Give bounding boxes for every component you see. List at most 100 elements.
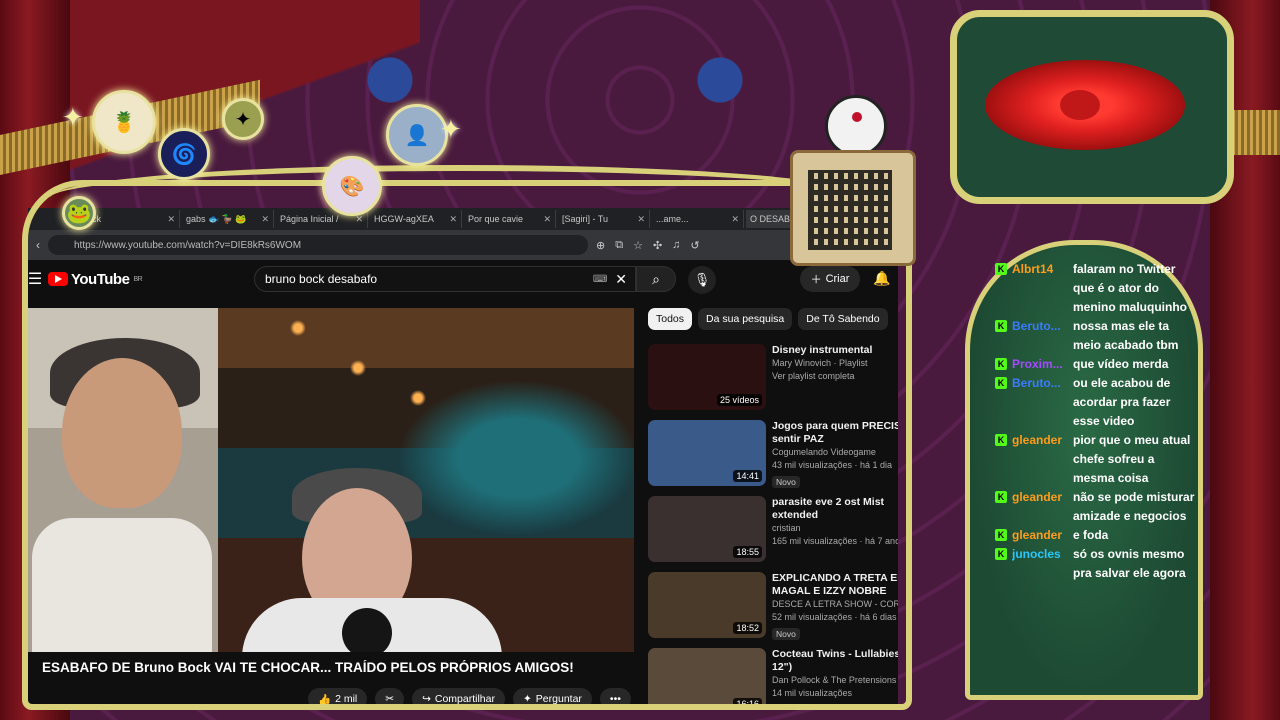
logo-text: YouTube [71, 270, 130, 288]
url-field[interactable]: https://www.youtube.com/watch?v=DIE8kRs6… [48, 235, 588, 255]
reco-title[interactable]: parasite eve 2 ost Mist [772, 496, 898, 509]
reco-title[interactable]: Jogos para quem PRECISA [772, 420, 898, 433]
likes-count: 2 mil [335, 693, 358, 705]
chat-message: K Proxim... que vídeo merda [995, 355, 1195, 374]
ask-button[interactable]: ✦ Perguntar [512, 688, 592, 708]
qr-code[interactable] [808, 170, 892, 250]
reco-title[interactable]: Cocteau Twins - Lullabies (F [772, 648, 898, 661]
reco-channel[interactable]: Cogumelando Videogame [772, 446, 898, 459]
reco-title-line2[interactable]: MAGAL E IZZY NOBRE [772, 585, 898, 598]
chat-username[interactable]: gleander [1012, 431, 1068, 488]
reco-info: 43 mil visualizações · há 1 dia [772, 460, 893, 470]
chat-username[interactable]: Albrt14 [1012, 260, 1068, 317]
back-icon[interactable]: ‹ [36, 238, 40, 252]
new-badge: Novo [772, 476, 800, 488]
create-button[interactable]: ＋ Criar [800, 266, 860, 292]
video-duration: 14:41 [733, 470, 762, 482]
new-badge: Novo [772, 628, 800, 640]
kick-badge-icon: K [995, 491, 1007, 503]
share-page-icon[interactable]: ⧉ [615, 239, 623, 252]
browser-window: ck ✕ gabs 🐟 🦆 🐸 ✕ Página Inicial / ✕ HGGW-a… [28, 208, 898, 708]
reco-title-line2[interactable]: 12") [772, 661, 898, 674]
chat-message: K gleander e foda [995, 526, 1195, 545]
chat-text: falaram no Twitter que é o ator do menin… [1073, 262, 1187, 314]
jester-eye [852, 112, 862, 122]
sparkle-icon: ✦ [440, 114, 462, 144]
chip-from-search[interactable]: Da sua pesquisa [698, 308, 793, 330]
chat-message: K gleander pior que o meu atual chefe so… [995, 431, 1195, 488]
clip-button[interactable]: ✂ [375, 688, 405, 708]
region-code: BR [133, 275, 143, 283]
reco-channel[interactable]: Mary Winovich · Playlist [772, 357, 872, 370]
chat-username[interactable]: junocles [1012, 545, 1068, 583]
chat-text: pior que o meu atual chefe sofreu a mesm… [1073, 433, 1191, 485]
address-bar: ‹ https://www.youtube.com/watch?v=DIE8kR… [28, 230, 898, 260]
reco-title-line2[interactable]: sentir PAZ [772, 433, 898, 446]
sparkle-icon: ✦ [62, 102, 84, 132]
chip-all[interactable]: Todos [648, 308, 693, 330]
reco-channel[interactable]: DESCE A LETRA SHOW - CORTES [772, 598, 898, 611]
chip-channel[interactable]: De Tô Sabendo [798, 308, 888, 330]
microphone-icon: 🎙 [693, 272, 711, 287]
recommendation-item[interactable]: 14:41 Jogos para quem PRECISA sentir PAZ… [648, 420, 898, 496]
sparkle-icon: ✦ [522, 693, 532, 705]
media-icon[interactable]: ♫ [672, 239, 680, 252]
voice-search-button[interactable]: 🎙 [688, 266, 716, 294]
chat-username[interactable]: gleander [1012, 488, 1068, 526]
reco-title[interactable]: EXPLICANDO A TRETA ENTRE [772, 572, 898, 585]
youtube-play-icon [48, 272, 68, 286]
search-value: bruno bock desabafo [265, 272, 378, 286]
search-icon: ⌕ [652, 270, 660, 287]
recommendation-item[interactable]: 16:16 Cocteau Twins - Lullabies (F 12") … [648, 648, 898, 708]
video-thumbnail[interactable]: 14:41 [648, 420, 766, 486]
more-actions-button[interactable]: ••• [599, 688, 631, 708]
hamburger-menu-icon[interactable]: ☰ [28, 269, 48, 289]
kick-badge-icon: K [995, 263, 1007, 275]
avatar-anime: 👤 [386, 104, 448, 166]
reco-title[interactable]: Disney instrumental [772, 344, 872, 357]
chat-message: K Beruto... ou ele acabou de acordar pra… [995, 374, 1195, 431]
bookmark-star-icon[interactable]: ☆ [633, 239, 643, 252]
extensions-icon[interactable]: ✣ [653, 239, 662, 252]
chat-text: só os ovnis mesmo pra salvar ele agora [1073, 547, 1186, 580]
avatar-spiral: 🌀 [158, 128, 210, 180]
translate-icon[interactable]: ⊕ [596, 239, 605, 252]
chat-message: K gleander não se pode misturar amizade … [995, 488, 1195, 526]
youtube-logo[interactable]: YouTube BR [48, 270, 143, 288]
reco-channel[interactable]: Dan Pollock & The Pretensions M [772, 674, 898, 687]
video-actions: 👍 2 mil ✂ ↪ Compartilhar ✦ Perguntar ••• [308, 688, 631, 708]
share-button[interactable]: ↪ Compartilhar [412, 688, 505, 708]
kick-badge-icon: K [995, 358, 1007, 370]
reco-title-line2[interactable]: extended [772, 509, 898, 522]
video-duration: 18:55 [733, 546, 762, 558]
kick-badge-icon: K [995, 434, 1007, 446]
video-thumbnail[interactable]: 25 vídeos [648, 344, 766, 410]
chat-username[interactable]: Beruto... [1012, 317, 1068, 355]
search-input[interactable]: bruno bock desabafo ⌨ ✕ [254, 266, 636, 292]
person-shirt [32, 518, 212, 652]
recommendation-item[interactable]: 18:52 EXPLICANDO A TRETA ENTRE MAGAL E I… [648, 572, 898, 648]
clear-search-icon[interactable]: ✕ [615, 271, 627, 288]
video-thumbnail[interactable]: 16:16 [648, 648, 766, 708]
keyboard-icon[interactable]: ⌨ [593, 274, 607, 285]
search-button[interactable]: ⌕ [636, 266, 676, 292]
share-label: Compartilhar [434, 693, 495, 705]
chat-list: K Albrt14 falaram no Twitter que é o ato… [995, 260, 1195, 583]
jester-mascot [825, 95, 887, 157]
recommendation-item[interactable]: 25 vídeos Disney instrumental Mary Winov… [648, 344, 898, 420]
chat-username[interactable]: Beruto... [1012, 374, 1068, 431]
video-thumbnail[interactable]: 18:55 [648, 496, 766, 562]
video-thumbnail[interactable]: 18:52 [648, 572, 766, 638]
thumbs-up-icon: 👍 [318, 693, 332, 706]
chat-username[interactable]: gleander [1012, 526, 1068, 545]
reco-channel[interactable]: cristian [772, 522, 898, 535]
chat-text: ou ele acabou de acordar pra fazer esse … [1073, 376, 1171, 428]
history-icon[interactable]: ↺ [690, 239, 699, 252]
video-title: ESABAFO DE Bruno Bock VAI TE CHOCAR... T… [42, 660, 574, 675]
notifications-bell-icon[interactable]: 🔔 [873, 270, 890, 287]
video-player[interactable] [28, 308, 634, 652]
like-button[interactable]: 👍 2 mil [308, 688, 368, 708]
chat-username[interactable]: Proxim... [1012, 355, 1068, 374]
recommendation-item[interactable]: 18:55 parasite eve 2 ost Mist extended c… [648, 496, 898, 572]
chat-text: que vídeo merda [1073, 357, 1169, 371]
